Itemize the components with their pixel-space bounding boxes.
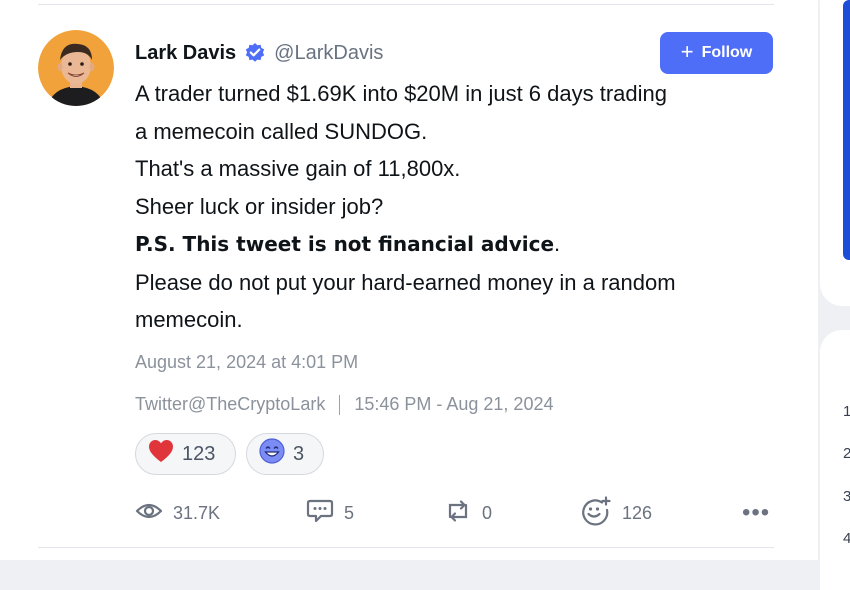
grinning-face-icon (259, 438, 285, 470)
sidebar-banner[interactable] (843, 0, 850, 260)
post-line: Please do not put your hard-earned money… (135, 269, 676, 295)
eye-icon (135, 501, 163, 526)
heart-icon (148, 439, 174, 469)
likes-stat[interactable]: 126 (580, 495, 653, 531)
post-line: memecoin. (135, 307, 243, 332)
disclaimer-line: P.S. This tweet is not financial advice. (135, 225, 785, 264)
verified-badge-icon (244, 42, 266, 64)
author-name[interactable]: Lark Davis (135, 42, 236, 65)
comments-count: 5 (344, 502, 355, 523)
divider (38, 4, 774, 5)
sidebar-rank: 4 (843, 530, 850, 547)
add-reaction-icon (580, 495, 612, 531)
source-time: 15:46 PM - Aug 21, 2024 (354, 394, 554, 414)
post-line: a memecoin called SUNDOG. (135, 118, 428, 144)
post-date: August 21, 2024 at 4:01 PM (135, 352, 359, 372)
avatar[interactable] (38, 30, 114, 106)
disclaimer-bold: P.S. This tweet is not financial advice (135, 232, 555, 256)
comment-icon (306, 498, 334, 529)
post-card: Lark Davis @LarkDavis + Follow A trader … (0, 0, 818, 560)
heart-reaction[interactable]: 123 (135, 433, 236, 475)
disclaimer-period: . (554, 231, 561, 256)
plus-icon: + (680, 39, 694, 64)
post-line: Sheer luck or insider job? (135, 193, 384, 219)
retweets-stat[interactable]: 0 (444, 498, 492, 528)
post-body: A trader turned $1.69K into $20M in just… (135, 75, 785, 339)
source-row: Twitter@TheCryptoLark 15:46 PM - Aug 21,… (135, 394, 553, 415)
views-count: 31.7K (173, 502, 221, 523)
divider (339, 394, 341, 415)
views-stat[interactable]: 31.7K (135, 498, 220, 528)
follow-button[interactable]: + Follow (660, 32, 773, 74)
sidebar-rank: 2 (843, 445, 850, 462)
author-row: Lark Davis @LarkDavis (135, 38, 383, 68)
comments-stat[interactable]: 5 (306, 498, 354, 528)
reaction-count: 123 (182, 442, 216, 465)
more-options-icon[interactable]: ••• (742, 498, 770, 528)
post-line: A trader turned $1.69K into $20M in just… (135, 81, 667, 106)
post-line: That's a massive gain of 11,800x. (135, 156, 461, 181)
retweets-count: 0 (482, 502, 493, 523)
sidebar-rank: 1 (843, 403, 850, 420)
source-link[interactable]: Twitter@TheCryptoLark (135, 394, 325, 415)
sidebar-rank: 3 (843, 488, 850, 505)
reaction-count: 3 (293, 442, 305, 465)
repost-icon (444, 499, 472, 528)
grin-reaction[interactable]: 3 (246, 433, 324, 475)
likes-count: 126 (622, 502, 653, 523)
divider (38, 547, 774, 548)
author-handle[interactable]: @LarkDavis (274, 42, 383, 65)
follow-label: Follow (701, 44, 753, 61)
